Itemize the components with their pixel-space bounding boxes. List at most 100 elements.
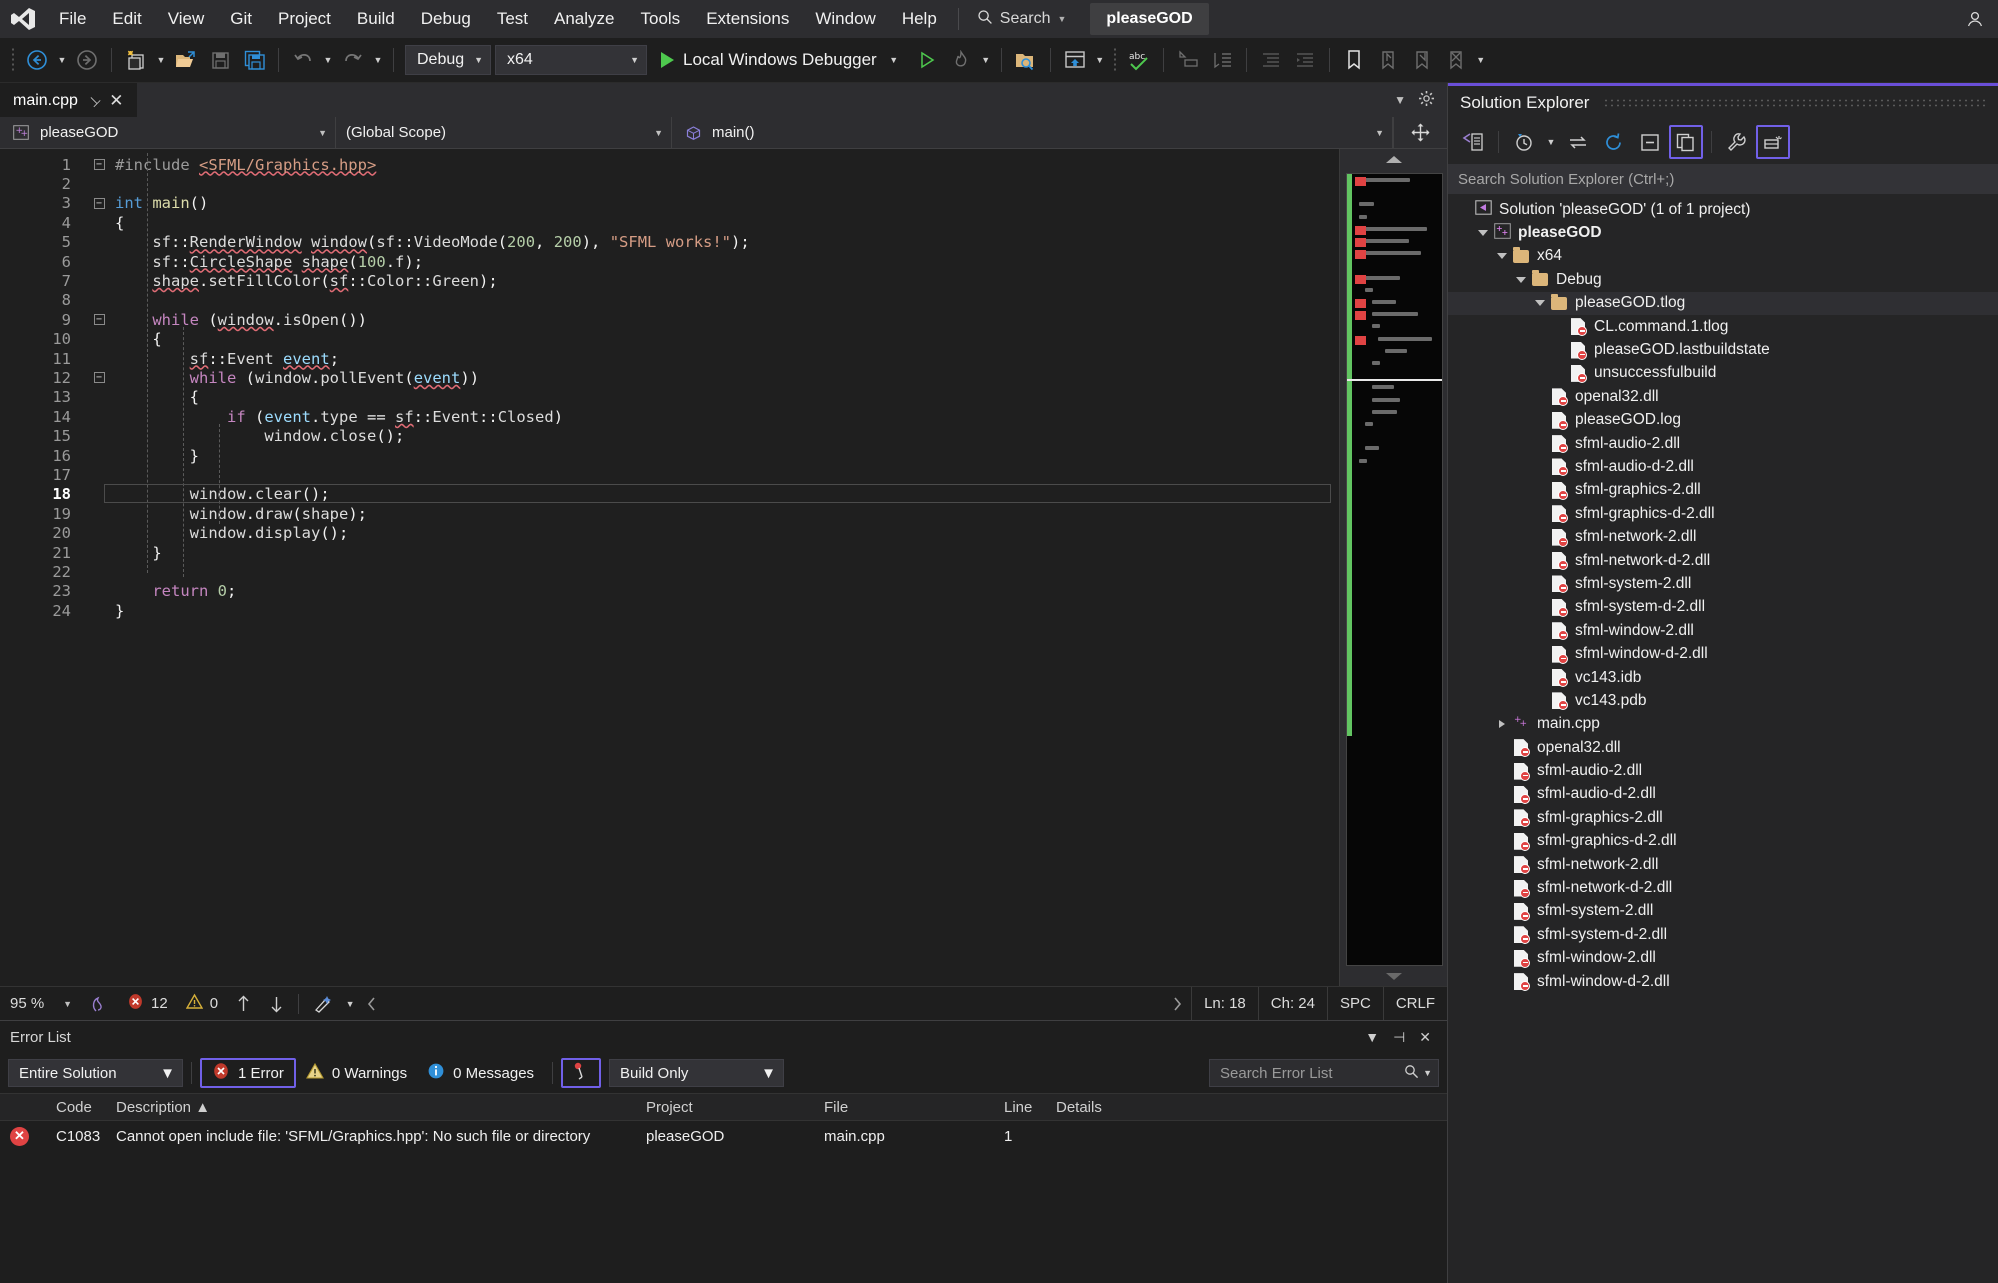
previous-issue-button[interactable] [227, 987, 260, 1020]
scroll-left-icon[interactable] [358, 987, 386, 1020]
fold-column[interactable]: − [89, 372, 109, 384]
zoom-level-combo[interactable]: 95 % ▼ [0, 987, 80, 1020]
solution-tree-item[interactable]: sfml-window-d-2.dll [1448, 970, 1998, 993]
menu-test[interactable]: Test [484, 0, 541, 38]
code-line[interactable]: 15 window.close(); [0, 426, 1339, 445]
column-header-project[interactable]: Project [636, 1099, 814, 1116]
comment-selection-button[interactable] [1171, 43, 1205, 77]
start-without-debugging-button[interactable] [910, 43, 944, 77]
twisty-icon[interactable] [1494, 720, 1510, 729]
solution-explorer-search-input[interactable]: Search Solution Explorer (Ctrl+;) [1448, 164, 1998, 194]
intellisense-filter-button[interactable] [561, 1058, 602, 1088]
code-line[interactable]: 2 [0, 174, 1339, 193]
menu-view[interactable]: View [155, 0, 218, 38]
solution-tree-item[interactable]: sfml-window-2.dll [1448, 947, 1998, 970]
solution-tree-item[interactable]: pleaseGOD.lastbuildstate [1448, 338, 1998, 361]
code-line[interactable]: 11 sf::Event event; [0, 349, 1339, 368]
scroll-right-icon[interactable] [1163, 987, 1191, 1020]
document-tab-main-cpp[interactable]: main.cpp ⊣ ✕ [0, 83, 137, 117]
solution-platform-combo[interactable]: x64 ▼ [495, 45, 647, 75]
global-search[interactable]: Search ▼ [967, 5, 1077, 33]
solution-tree-item[interactable]: sfml-system-2.dll [1448, 900, 1998, 923]
code-line[interactable]: 10 { [0, 330, 1339, 349]
code-line[interactable]: 9− while (window.isOpen()) [0, 310, 1339, 329]
errors-filter-button[interactable]: 1 Error [200, 1058, 296, 1088]
warning-count-indicator[interactable]: 0 [177, 987, 227, 1020]
panel-drag-handle[interactable] [1603, 98, 1986, 108]
undo-dropdown-icon[interactable]: ▼ [320, 43, 336, 77]
solution-tree-item[interactable]: sfml-system-d-2.dll [1448, 923, 1998, 946]
new-project-dropdown-icon[interactable]: ▼ [153, 43, 169, 77]
find-in-files-button[interactable] [1009, 43, 1043, 77]
scroll-down-icon[interactable] [1340, 966, 1447, 986]
code-line[interactable]: 1 − #include <SFML/Graphics.hpp> [0, 155, 1339, 174]
solution-tree-item[interactable]: sfml-audio-2.dll [1448, 759, 1998, 782]
menu-help[interactable]: Help [889, 0, 950, 38]
code-line[interactable]: 23 return 0; [0, 582, 1339, 601]
messages-filter-button[interactable]: 0 Messages [417, 1058, 544, 1088]
next-bookmark-icon[interactable] [1405, 43, 1439, 77]
code-line[interactable]: 22 [0, 562, 1339, 581]
solution-tree-item[interactable]: sfml-network-2.dll [1448, 853, 1998, 876]
code-line[interactable]: 20 window.display(); [0, 523, 1339, 542]
twisty-icon[interactable] [1475, 230, 1491, 237]
solution-tree-item[interactable]: + + pleaseGOD [1448, 221, 1998, 244]
collapse-icon[interactable]: − [93, 314, 105, 326]
menu-edit[interactable]: Edit [99, 0, 154, 38]
toggle-bookmark-icon[interactable] [1337, 43, 1371, 77]
preview-selected-items-icon[interactable] [1756, 125, 1790, 159]
close-icon[interactable]: ✕ [109, 91, 123, 111]
solution-tree-item[interactable]: sfml-audio-d-2.dll [1448, 783, 1998, 806]
solution-name-tab[interactable]: pleaseGOD [1090, 3, 1209, 35]
quick-actions-dropdown-icon[interactable]: ▼ [342, 987, 358, 1021]
column-indicator[interactable]: Ch: 24 [1257, 986, 1327, 1021]
warnings-filter-button[interactable]: 0 Warnings [296, 1058, 417, 1088]
pending-changes-dropdown-icon[interactable]: ▼ [1543, 125, 1559, 159]
error-list-row[interactable]: ✕ C1083 Cannot open include file: 'SFML/Gr… [0, 1121, 1447, 1151]
code-line[interactable]: 13 { [0, 388, 1339, 407]
code-line[interactable]: 19 window.draw(shape); [0, 504, 1339, 523]
code-line[interactable]: 6 sf::CircleShape shape(100.f); [0, 252, 1339, 271]
previous-bookmark-icon[interactable] [1371, 43, 1405, 77]
code-line[interactable]: 21 } [0, 543, 1339, 562]
solution-configuration-combo[interactable]: Debug ▼ [405, 45, 491, 75]
navigate-backward-dropdown-icon[interactable]: ▼ [54, 43, 70, 77]
refresh-icon[interactable] [1597, 125, 1631, 159]
solution-tree-item[interactable]: sfml-audio-d-2.dll [1448, 455, 1998, 478]
solution-tree-item[interactable]: + + main.cpp [1448, 713, 1998, 736]
toolbar-overflow-icon[interactable]: ▼ [1473, 43, 1489, 77]
code-line[interactable]: 4{ [0, 213, 1339, 232]
spaces-indicator[interactable]: SPC [1326, 986, 1383, 1021]
collapse-icon[interactable]: − [93, 197, 105, 209]
code-line[interactable]: 24} [0, 601, 1339, 620]
close-icon[interactable]: ✕ [1419, 1029, 1431, 1046]
pending-changes-icon[interactable] [1507, 125, 1541, 159]
scroll-up-icon[interactable] [1340, 149, 1447, 171]
properties-wrench-icon[interactable] [1720, 125, 1754, 159]
solution-tree-item[interactable]: unsuccessfulbuild [1448, 362, 1998, 385]
line-indicator[interactable]: Ln: 18 [1191, 986, 1258, 1021]
menu-file[interactable]: File [46, 0, 99, 38]
menu-extensions[interactable]: Extensions [693, 0, 802, 38]
twisty-icon[interactable] [1513, 276, 1529, 283]
solution-tree-item[interactable]: sfml-graphics-d-2.dll [1448, 830, 1998, 853]
new-project-button[interactable] [119, 43, 153, 77]
twisty-icon[interactable] [1532, 300, 1548, 307]
menu-analyze[interactable]: Analyze [541, 0, 627, 38]
fold-column[interactable]: − [89, 197, 109, 209]
hot-reload-button[interactable] [944, 43, 978, 77]
menu-window[interactable]: Window [802, 0, 888, 38]
solution-tree-item[interactable]: sfml-system-2.dll [1448, 572, 1998, 595]
solution-tree-item[interactable]: x64 [1448, 245, 1998, 268]
open-file-button[interactable] [169, 43, 203, 77]
menu-debug[interactable]: Debug [408, 0, 484, 38]
solution-tree-item[interactable]: sfml-network-2.dll [1448, 525, 1998, 548]
fold-column[interactable]: − [89, 314, 109, 326]
redo-dropdown-icon[interactable]: ▼ [370, 43, 386, 77]
solution-tree-item[interactable]: Solution 'pleaseGOD' (1 of 1 project) [1448, 198, 1998, 221]
solution-tree-item[interactable]: sfml-window-d-2.dll [1448, 642, 1998, 665]
error-count-indicator[interactable]: 12 [118, 987, 177, 1020]
save-button[interactable] [203, 43, 237, 77]
solution-tree-item[interactable]: sfml-audio-2.dll [1448, 432, 1998, 455]
build-filter-combo[interactable]: Build Only ▼ [609, 1059, 785, 1087]
